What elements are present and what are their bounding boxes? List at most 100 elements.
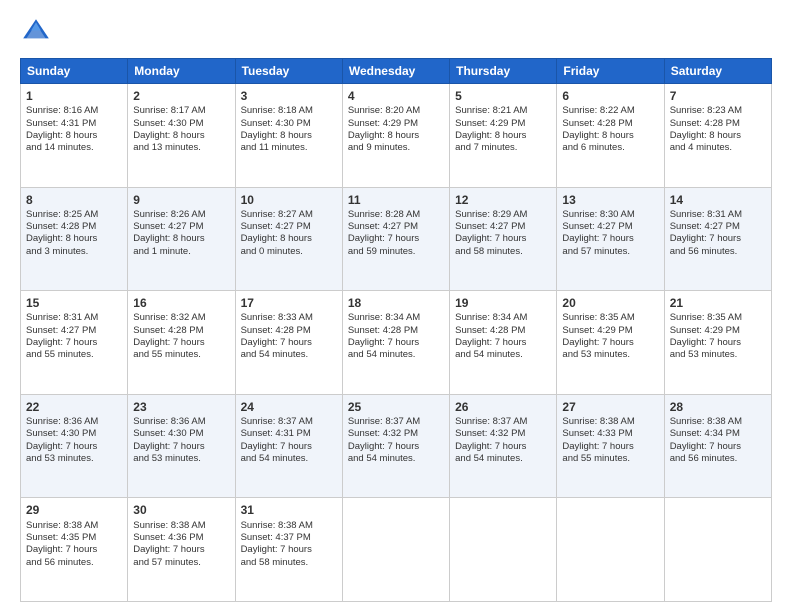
day-number: 15 <box>26 295 122 311</box>
cell-info: Sunrise: 8:21 AMSunset: 4:29 PMDaylight:… <box>455 105 551 154</box>
day-number: 6 <box>562 88 658 104</box>
cell-info: Sunrise: 8:36 AMSunset: 4:30 PMDaylight:… <box>133 416 229 465</box>
calendar-cell: 5Sunrise: 8:21 AMSunset: 4:29 PMDaylight… <box>450 84 557 188</box>
day-number: 9 <box>133 192 229 208</box>
calendar-cell: 3Sunrise: 8:18 AMSunset: 4:30 PMDaylight… <box>235 84 342 188</box>
cell-info: Sunrise: 8:38 AMSunset: 4:36 PMDaylight:… <box>133 520 229 569</box>
calendar-cell: 22Sunrise: 8:36 AMSunset: 4:30 PMDayligh… <box>21 394 128 498</box>
cell-info: Sunrise: 8:34 AMSunset: 4:28 PMDaylight:… <box>455 312 551 361</box>
cell-info: Sunrise: 8:36 AMSunset: 4:30 PMDaylight:… <box>26 416 122 465</box>
cell-info: Sunrise: 8:31 AMSunset: 4:27 PMDaylight:… <box>670 209 766 258</box>
day-number: 4 <box>348 88 444 104</box>
day-number: 30 <box>133 502 229 518</box>
calendar-cell: 1Sunrise: 8:16 AMSunset: 4:31 PMDaylight… <box>21 84 128 188</box>
calendar-cell: 17Sunrise: 8:33 AMSunset: 4:28 PMDayligh… <box>235 291 342 395</box>
calendar-cell: 7Sunrise: 8:23 AMSunset: 4:28 PMDaylight… <box>664 84 771 188</box>
day-number: 12 <box>455 192 551 208</box>
day-number: 19 <box>455 295 551 311</box>
cell-info: Sunrise: 8:33 AMSunset: 4:28 PMDaylight:… <box>241 312 337 361</box>
day-number: 31 <box>241 502 337 518</box>
day-number: 10 <box>241 192 337 208</box>
cell-info: Sunrise: 8:17 AMSunset: 4:30 PMDaylight:… <box>133 105 229 154</box>
calendar-cell: 26Sunrise: 8:37 AMSunset: 4:32 PMDayligh… <box>450 394 557 498</box>
day-number: 24 <box>241 399 337 415</box>
calendar-cell: 9Sunrise: 8:26 AMSunset: 4:27 PMDaylight… <box>128 187 235 291</box>
day-number: 26 <box>455 399 551 415</box>
cell-info: Sunrise: 8:16 AMSunset: 4:31 PMDaylight:… <box>26 105 122 154</box>
day-number: 18 <box>348 295 444 311</box>
calendar-cell: 12Sunrise: 8:29 AMSunset: 4:27 PMDayligh… <box>450 187 557 291</box>
logo-icon <box>20 16 52 48</box>
day-number: 22 <box>26 399 122 415</box>
calendar-cell: 10Sunrise: 8:27 AMSunset: 4:27 PMDayligh… <box>235 187 342 291</box>
day-header-friday: Friday <box>557 59 664 84</box>
cell-info: Sunrise: 8:28 AMSunset: 4:27 PMDaylight:… <box>348 209 444 258</box>
calendar-cell: 8Sunrise: 8:25 AMSunset: 4:28 PMDaylight… <box>21 187 128 291</box>
cell-info: Sunrise: 8:37 AMSunset: 4:31 PMDaylight:… <box>241 416 337 465</box>
calendar-cell: 2Sunrise: 8:17 AMSunset: 4:30 PMDaylight… <box>128 84 235 188</box>
cell-info: Sunrise: 8:35 AMSunset: 4:29 PMDaylight:… <box>562 312 658 361</box>
day-number: 14 <box>670 192 766 208</box>
calendar: SundayMondayTuesdayWednesdayThursdayFrid… <box>20 58 772 602</box>
day-header-wednesday: Wednesday <box>342 59 449 84</box>
day-number: 1 <box>26 88 122 104</box>
day-number: 11 <box>348 192 444 208</box>
day-number: 25 <box>348 399 444 415</box>
cell-info: Sunrise: 8:31 AMSunset: 4:27 PMDaylight:… <box>26 312 122 361</box>
day-number: 13 <box>562 192 658 208</box>
calendar-cell <box>342 498 449 602</box>
cell-info: Sunrise: 8:35 AMSunset: 4:29 PMDaylight:… <box>670 312 766 361</box>
cell-info: Sunrise: 8:20 AMSunset: 4:29 PMDaylight:… <box>348 105 444 154</box>
calendar-cell: 16Sunrise: 8:32 AMSunset: 4:28 PMDayligh… <box>128 291 235 395</box>
day-number: 27 <box>562 399 658 415</box>
day-header-tuesday: Tuesday <box>235 59 342 84</box>
day-number: 20 <box>562 295 658 311</box>
calendar-cell: 21Sunrise: 8:35 AMSunset: 4:29 PMDayligh… <box>664 291 771 395</box>
calendar-cell: 24Sunrise: 8:37 AMSunset: 4:31 PMDayligh… <box>235 394 342 498</box>
calendar-cell: 29 Sunrise: 8:38 AMSunset: 4:35 PMDayligh… <box>21 498 128 602</box>
cell-info: Sunrise: 8:32 AMSunset: 4:28 PMDaylight:… <box>133 312 229 361</box>
calendar-cell: 15Sunrise: 8:31 AMSunset: 4:27 PMDayligh… <box>21 291 128 395</box>
calendar-cell: 27Sunrise: 8:38 AMSunset: 4:33 PMDayligh… <box>557 394 664 498</box>
logo <box>20 16 56 48</box>
calendar-cell: 13Sunrise: 8:30 AMSunset: 4:27 PMDayligh… <box>557 187 664 291</box>
cell-info: Sunrise: 8:38 AMSunset: 4:34 PMDaylight:… <box>670 416 766 465</box>
day-number: 3 <box>241 88 337 104</box>
calendar-cell: 25Sunrise: 8:37 AMSunset: 4:32 PMDayligh… <box>342 394 449 498</box>
cell-info: Sunrise: 8:22 AMSunset: 4:28 PMDaylight:… <box>562 105 658 154</box>
cell-info: Sunrise: 8:25 AMSunset: 4:28 PMDaylight:… <box>26 209 122 258</box>
cell-info: Sunrise: 8:38 AMSunset: 4:33 PMDaylight:… <box>562 416 658 465</box>
day-number: 5 <box>455 88 551 104</box>
cell-info: Sunrise: 8:38 AMSunset: 4:35 PMDaylight:… <box>26 520 122 569</box>
calendar-cell <box>664 498 771 602</box>
cell-info: Sunrise: 8:18 AMSunset: 4:30 PMDaylight:… <box>241 105 337 154</box>
cell-info: Sunrise: 8:29 AMSunset: 4:27 PMDaylight:… <box>455 209 551 258</box>
calendar-cell: 14Sunrise: 8:31 AMSunset: 4:27 PMDayligh… <box>664 187 771 291</box>
calendar-cell <box>557 498 664 602</box>
calendar-cell: 30 Sunrise: 8:38 AMSunset: 4:36 PMDayligh… <box>128 498 235 602</box>
cell-info: Sunrise: 8:37 AMSunset: 4:32 PMDaylight:… <box>455 416 551 465</box>
calendar-cell <box>450 498 557 602</box>
cell-info: Sunrise: 8:38 AMSunset: 4:37 PMDaylight:… <box>241 520 337 569</box>
day-number: 29 <box>26 502 122 518</box>
day-number: 8 <box>26 192 122 208</box>
cell-info: Sunrise: 8:37 AMSunset: 4:32 PMDaylight:… <box>348 416 444 465</box>
day-number: 17 <box>241 295 337 311</box>
calendar-cell: 31 Sunrise: 8:38 AMSunset: 4:37 PMDayligh… <box>235 498 342 602</box>
cell-info: Sunrise: 8:26 AMSunset: 4:27 PMDaylight:… <box>133 209 229 258</box>
calendar-cell: 4Sunrise: 8:20 AMSunset: 4:29 PMDaylight… <box>342 84 449 188</box>
calendar-cell: 20Sunrise: 8:35 AMSunset: 4:29 PMDayligh… <box>557 291 664 395</box>
day-number: 2 <box>133 88 229 104</box>
calendar-cell: 28Sunrise: 8:38 AMSunset: 4:34 PMDayligh… <box>664 394 771 498</box>
cell-info: Sunrise: 8:23 AMSunset: 4:28 PMDaylight:… <box>670 105 766 154</box>
day-number: 16 <box>133 295 229 311</box>
day-number: 21 <box>670 295 766 311</box>
calendar-cell: 11Sunrise: 8:28 AMSunset: 4:27 PMDayligh… <box>342 187 449 291</box>
cell-info: Sunrise: 8:27 AMSunset: 4:27 PMDaylight:… <box>241 209 337 258</box>
day-header-saturday: Saturday <box>664 59 771 84</box>
calendar-cell: 6Sunrise: 8:22 AMSunset: 4:28 PMDaylight… <box>557 84 664 188</box>
day-number: 28 <box>670 399 766 415</box>
day-header-thursday: Thursday <box>450 59 557 84</box>
cell-info: Sunrise: 8:30 AMSunset: 4:27 PMDaylight:… <box>562 209 658 258</box>
calendar-cell: 18Sunrise: 8:34 AMSunset: 4:28 PMDayligh… <box>342 291 449 395</box>
